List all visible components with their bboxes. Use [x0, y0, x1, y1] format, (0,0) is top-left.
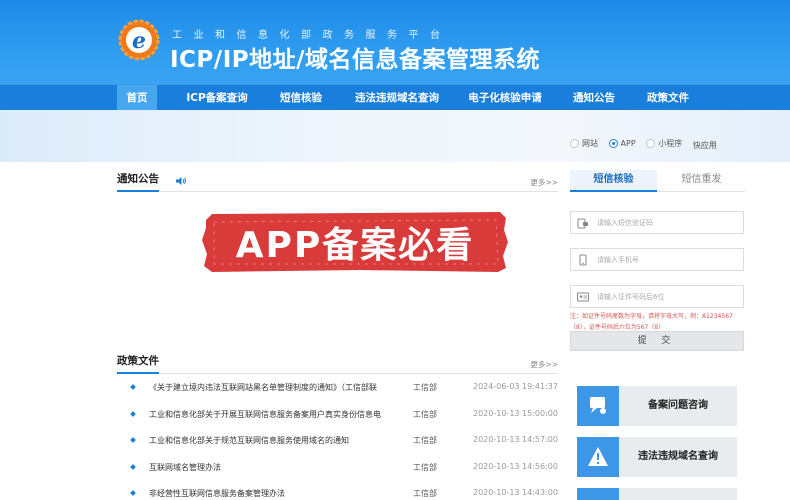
- policy-row[interactable]: 工业和信息化部关于开展互联网信息服务备案用户真实身份信息电 工信部 2020-1…: [117, 407, 558, 434]
- radio-dot-selected: [608, 139, 618, 148]
- radio-dot: [646, 139, 656, 148]
- policy-row-dept: 工信部: [413, 462, 437, 472]
- consult-icon-box: [577, 386, 619, 426]
- sms-code-icon: [577, 218, 588, 229]
- quick-link-icon-box: [577, 488, 619, 500]
- warning-icon-box: [577, 437, 619, 477]
- bullet-icon: [130, 463, 136, 470]
- notice-more-link[interactable]: 更多>>: [530, 177, 558, 188]
- policy-section-header: 政策文件 更多>>: [117, 354, 558, 374]
- system-title: ICP/IP地址/域名信息备案管理系统: [170, 47, 541, 73]
- bullet-icon: [130, 384, 136, 390]
- policy-row-dept: 工信部: [413, 409, 437, 419]
- policy-row-date: 2024-06-03 19:41:37: [473, 382, 558, 391]
- banner: [0, 110, 790, 162]
- policy-row-dept: 工信部: [413, 489, 437, 498]
- policy-list: 《关于建立境内违法互联网站黑名单管理制度的通知》（工信部联 工信部 2024-0…: [117, 380, 558, 500]
- consult-icon: [590, 397, 606, 414]
- filing-consult-label: 备案问题咨询: [648, 400, 708, 411]
- policy-more-link[interactable]: 更多>>: [530, 359, 558, 370]
- phone-field[interactable]: [570, 248, 744, 271]
- stamp-text: APP备案必看: [236, 225, 475, 266]
- illegal-domain-query-button[interactable]: 违法违规域名查询: [577, 437, 737, 477]
- speaker-icon: [176, 177, 186, 185]
- radio-mini-program[interactable]: 小程序: [646, 138, 682, 149]
- policy-row-dept: 工信部: [413, 436, 437, 445]
- bullet-icon: [130, 437, 136, 443]
- tab-sms-verify[interactable]: 短信核验: [570, 170, 657, 192]
- id-number-field[interactable]: [570, 285, 744, 308]
- header-subtitle: 工业和信息化部政务服务平台: [172, 30, 452, 41]
- nav-item-sms-verify[interactable]: 短信核验: [270, 85, 332, 111]
- app-type-selector: 网站 APP 小程序 快应用: [570, 138, 725, 152]
- policy-row-title[interactable]: 工业和信息化部关于开展互联网信息服务备案用户真实身份信息电: [149, 409, 399, 420]
- notice-section-header: 通知公告 更多>>: [117, 172, 558, 192]
- bullet-icon: [130, 410, 136, 417]
- nav-item-icp-query[interactable]: ICP备案查询: [172, 85, 262, 111]
- tab-sms-resend[interactable]: 短信重发: [658, 170, 745, 192]
- radio-app[interactable]: APP: [608, 139, 636, 148]
- svg-text:e: e: [132, 28, 146, 54]
- nav-item-home[interactable]: 首页: [117, 85, 157, 111]
- illegal-domain-query-label: 违法违规域名查询: [638, 451, 718, 462]
- sms-code-field[interactable]: [570, 211, 744, 234]
- quick-link-partial[interactable]: [577, 488, 737, 500]
- id-format-hint: 注：如证件号码尾数为字母，请将字母大写，例：A1234567 （8），证件号码后…: [570, 313, 733, 331]
- id-card-icon: [577, 292, 589, 302]
- policy-row[interactable]: 工业和信息化部关于规范互联网信息服务使用域名的通知 工信部 2020-10-13…: [117, 433, 558, 460]
- policy-row-title[interactable]: 非经营性互联网信息服务备案管理办法: [149, 488, 399, 499]
- id-number-input[interactable]: [597, 289, 737, 305]
- bullet-icon: [130, 490, 136, 496]
- radio-website[interactable]: 网站: [570, 138, 598, 149]
- app-filing-stamp[interactable]: APP备案必看: [200, 210, 510, 274]
- main-nav: 首页 ICP备案查询 短信核验 违法违规域名查询 电子化核验申请 通知公告 政策…: [0, 84, 790, 111]
- policy-row[interactable]: 《关于建立境内违法互联网站黑名单管理制度的通知》（工信部联 工信部 2024-0…: [117, 380, 558, 407]
- warning-icon: [588, 447, 608, 466]
- radio-dot: [570, 139, 579, 148]
- policy-row-title[interactable]: 《关于建立境内违法互联网站黑名单管理制度的通知》（工信部联: [149, 382, 399, 393]
- nav-item-policy[interactable]: 政策文件: [640, 85, 696, 111]
- policy-row-date: 2020-10-13 14:43:00: [473, 488, 558, 497]
- radio-quick-app[interactable]: 快应用: [693, 140, 717, 151]
- nav-item-e-verify-apply[interactable]: 电子化核验申请: [460, 85, 550, 111]
- policy-row[interactable]: 互联网域名管理办法 工信部 2020-10-13 14:56:00: [117, 460, 558, 487]
- sms-tabs: 短信核验 短信重发: [570, 170, 745, 192]
- notice-title: 通知公告: [117, 171, 159, 192]
- phone-icon: [579, 254, 587, 266]
- filing-consult-button[interactable]: 备案问题咨询: [577, 386, 737, 426]
- policy-row[interactable]: 非经营性互联网信息服务备案管理办法 工信部 2020-10-13 14:43:0…: [117, 486, 558, 500]
- nav-item-notices[interactable]: 通知公告: [566, 85, 622, 111]
- nav-item-illegal-domain-query[interactable]: 违法违规域名查询: [347, 85, 447, 111]
- policy-row-dept: 工信部: [413, 383, 437, 392]
- policy-title: 政策文件: [117, 353, 159, 374]
- miit-logo-icon[interactable]: e: [117, 18, 161, 62]
- policy-row-date: 2020-10-13 14:56:00: [473, 461, 558, 471]
- policy-row-title[interactable]: 工业和信息化部关于规范互联网信息服务使用域名的通知: [149, 435, 399, 446]
- sms-code-input[interactable]: [597, 215, 737, 231]
- policy-row-date: 2020-10-13 14:57:00: [473, 435, 558, 444]
- policy-row-title[interactable]: 互联网域名管理办法: [149, 462, 399, 473]
- submit-button[interactable]: 提 交: [570, 331, 744, 351]
- phone-input[interactable]: [597, 252, 737, 268]
- policy-row-date: 2020-10-13 15:00:00: [473, 408, 558, 418]
- site-header: e 工业和信息化部政务服务平台 ICP/IP地址/域名信息备案管理系统: [0, 0, 790, 84]
